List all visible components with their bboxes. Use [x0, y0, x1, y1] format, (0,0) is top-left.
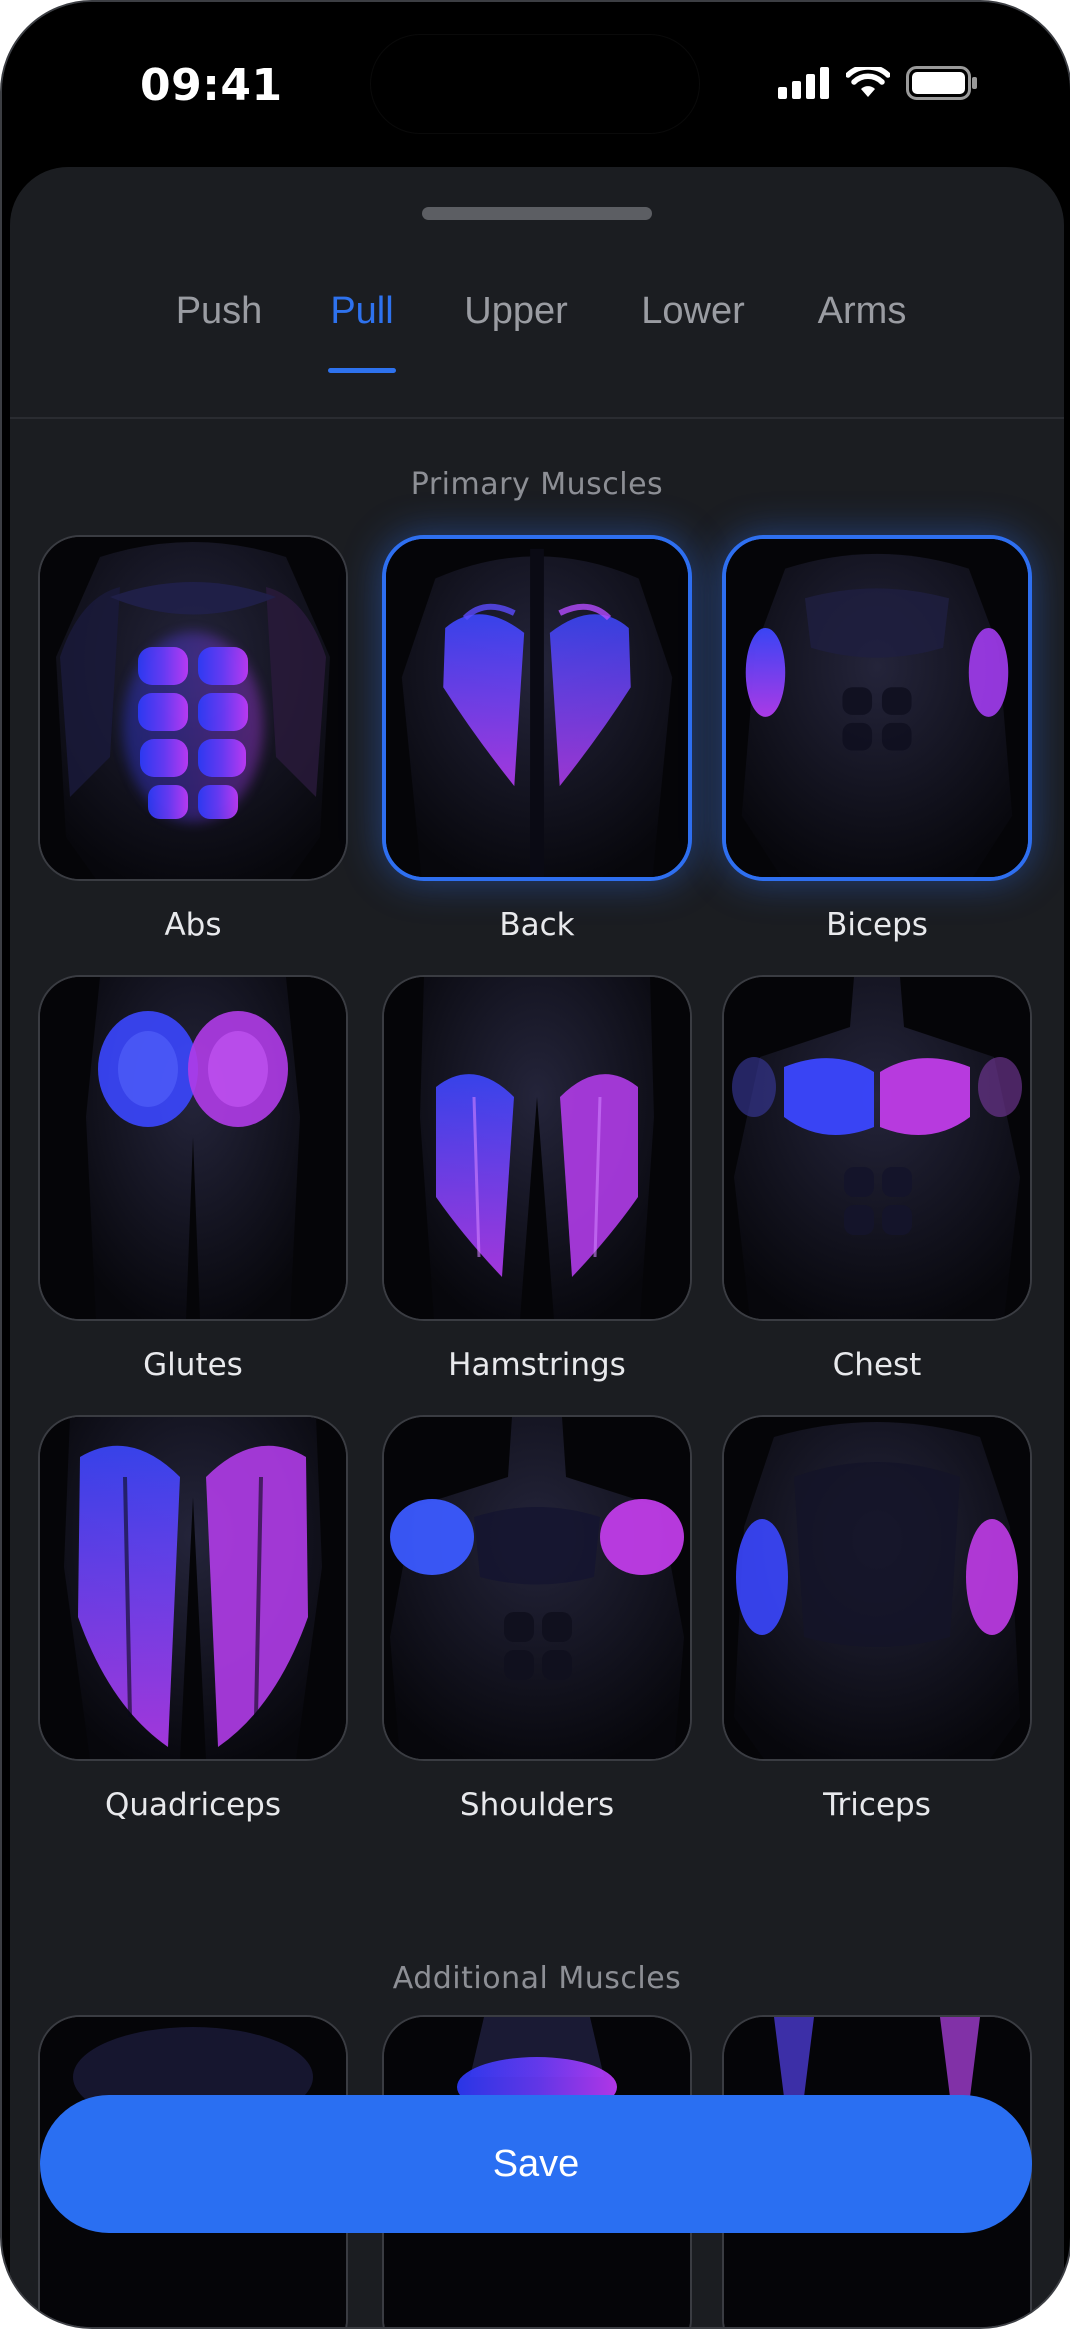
muscle-card-triceps[interactable]: Triceps: [722, 1415, 1032, 1823]
back-muscle-image: [382, 535, 692, 881]
quadriceps-muscle-image: [38, 1415, 348, 1761]
muscle-card-hamstrings[interactable]: Hamstrings: [382, 975, 692, 1383]
cellular-signal-icon: [778, 67, 829, 99]
muscle-card-chest[interactable]: Chest: [722, 975, 1032, 1383]
phone-frame: 09:41 Push Pull Upper Lower Arms Primary…: [0, 0, 1070, 2329]
dynamic-island: [371, 35, 699, 133]
biceps-muscle-image: [722, 535, 1032, 881]
sheet-grabber[interactable]: [422, 207, 652, 220]
muscle-card-biceps[interactable]: Biceps: [722, 535, 1032, 943]
muscle-label: Triceps: [823, 1787, 931, 1823]
additional-muscles-title: Additional Muscles: [392, 1961, 682, 1996]
workout-split-tabs: Push Pull Upper Lower Arms: [10, 290, 1064, 380]
status-time: 09:41: [140, 60, 283, 111]
muscle-label: Quadriceps: [104, 1787, 282, 1823]
muscle-label: Abs: [164, 907, 222, 943]
tab-arms[interactable]: Arms: [818, 290, 907, 333]
primary-muscles-title: Primary Muscles: [410, 467, 664, 502]
muscle-label: Biceps: [826, 907, 928, 943]
triceps-muscle-image: [722, 1415, 1032, 1761]
muscle-card-quadriceps[interactable]: Quadriceps: [38, 1415, 348, 1823]
chest-muscle-image: [722, 975, 1032, 1321]
abs-muscle-image: [38, 535, 348, 881]
tab-lower[interactable]: Lower: [641, 290, 745, 333]
muscle-card-abs[interactable]: Abs: [38, 535, 348, 943]
shoulders-muscle-image: [382, 1415, 692, 1761]
muscle-label: Shoulders: [459, 1787, 615, 1823]
status-icons: [778, 66, 978, 100]
battery-icon: [906, 66, 977, 100]
hamstrings-muscle-image: [382, 975, 692, 1321]
wifi-icon: [846, 67, 890, 97]
muscle-picker-sheet: Push Pull Upper Lower Arms Primary Muscl…: [10, 167, 1064, 2327]
active-tab-indicator: [328, 368, 396, 373]
status-bar: 09:41: [2, 2, 1070, 167]
glutes-muscle-image: [38, 975, 348, 1321]
tabs-divider: [10, 417, 1064, 419]
tab-push[interactable]: Push: [176, 290, 263, 333]
save-button[interactable]: Save: [40, 2095, 1032, 2233]
muscle-label: Back: [499, 907, 575, 943]
muscle-label: Chest: [832, 1347, 922, 1383]
tab-upper[interactable]: Upper: [464, 290, 568, 333]
tab-pull[interactable]: Pull: [330, 290, 393, 333]
muscle-card-glutes[interactable]: Glutes: [38, 975, 348, 1383]
muscle-card-back[interactable]: Back: [382, 535, 692, 943]
muscle-label: Glutes: [143, 1347, 243, 1383]
muscle-card-shoulders[interactable]: Shoulders: [382, 1415, 692, 1823]
muscle-label: Hamstrings: [448, 1347, 626, 1383]
